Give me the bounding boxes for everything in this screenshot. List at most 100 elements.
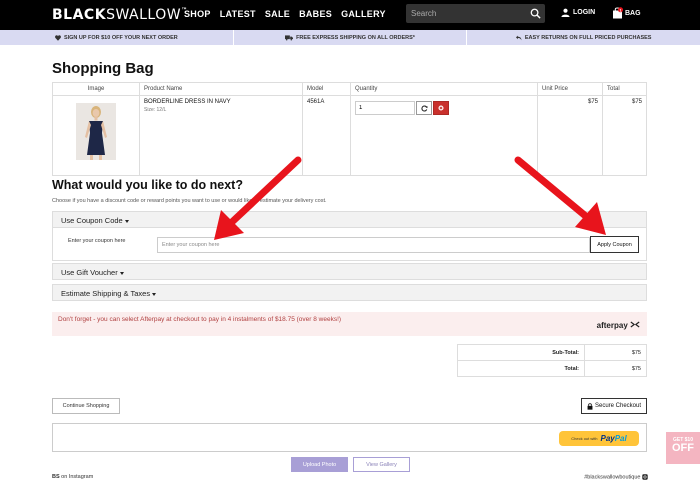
gift-voucher-panel-toggle[interactable]: Use Gift Voucher — [52, 263, 647, 280]
instagram-suffix: on Instagram — [59, 474, 94, 480]
user-icon — [561, 8, 570, 17]
col-model: Model — [302, 82, 351, 96]
cart-item-quantity-cell — [350, 95, 538, 176]
secure-checkout-button[interactable]: Secure Checkout — [581, 398, 647, 414]
afterpay-message: Don't forget - you can select Afterpay a… — [58, 316, 342, 323]
get-off-big: OFF — [672, 442, 694, 454]
product-model: 4561A — [302, 95, 351, 176]
caret-down-icon — [124, 219, 129, 223]
gift-voucher-heading: Use Gift Voucher — [61, 268, 118, 277]
page-title: Shopping Bag — [52, 60, 154, 77]
instagram-icon — [642, 474, 648, 480]
paypal-small-text: Check out with — [571, 436, 598, 441]
col-total: Total — [602, 82, 647, 96]
subtotal-label: Sub-Total: — [457, 344, 585, 361]
product-unit-price: $75 — [537, 95, 603, 176]
top-navigation-bar: BLACKSWALLOW™ SHOP LATEST SALE BABES GAL… — [0, 0, 700, 30]
next-steps-title: What would you like to do next? — [52, 178, 243, 192]
total-value: $75 — [584, 360, 647, 377]
product-name-link[interactable]: BORDERLINE DRESS IN NAVY — [144, 99, 298, 105]
coupon-panel-heading: Use Coupon Code — [61, 216, 123, 225]
cart-item-name-cell: BORDERLINE DRESS IN NAVY Size: 12/L — [139, 95, 303, 176]
afterpay-notice: Don't forget - you can select Afterpay a… — [52, 312, 647, 336]
col-quantity: Quantity — [350, 82, 538, 96]
subtotal-value: $75 — [584, 344, 647, 361]
col-image: Image — [52, 82, 140, 96]
instagram-bs: BS — [52, 474, 60, 480]
login-label: LOGIN — [573, 9, 596, 16]
main-nav: SHOP LATEST SALE BABES GALLERY — [184, 9, 386, 19]
product-image[interactable] — [76, 103, 116, 160]
get-10-off-tab[interactable]: GET $10 OFF — [666, 432, 700, 464]
quantity-controls — [355, 101, 533, 115]
afterpay-logo-text: afterpay — [596, 321, 628, 330]
coupon-input[interactable] — [157, 237, 590, 253]
apply-coupon-button[interactable]: Apply Coupon — [590, 236, 639, 253]
update-quantity-button[interactable] — [416, 101, 432, 115]
login-link[interactable]: LOGIN — [561, 8, 595, 17]
refresh-icon — [420, 104, 427, 112]
lock-icon — [587, 402, 593, 410]
cart-item-image-cell — [52, 95, 140, 176]
bag-link[interactable]: 1 BAG — [612, 7, 641, 19]
heart-icon — [55, 34, 61, 41]
search-icon[interactable] — [530, 8, 541, 19]
caret-down-icon — [152, 292, 157, 296]
paypal-logo-pal: Pal — [614, 434, 627, 443]
quantity-input[interactable] — [355, 101, 415, 115]
promo-returns[interactable]: EASY RETURNS ON FULL PRICED PURCHASES — [467, 30, 700, 45]
promo-signup[interactable]: SIGN UP FOR $10 OFF YOUR NEXT ORDER — [0, 30, 234, 45]
hashtag-text: #blackswallowboutique — [584, 474, 641, 481]
cart-header-row: Image Product Name Model Quantity Unit P… — [52, 82, 647, 96]
col-product-name: Product Name — [139, 82, 303, 96]
promo-returns-text: EASY RETURNS ON FULL PRICED PURCHASES — [524, 34, 652, 41]
coupon-panel-body: Enter your coupon here Apply Coupon — [52, 228, 647, 261]
total-row: Total: $75 — [457, 360, 647, 377]
secure-checkout-label: Secure Checkout — [594, 403, 642, 409]
logo-bold-text: BLACK — [52, 7, 107, 23]
truck-icon — [285, 34, 294, 41]
upload-photo-button[interactable]: Upload Photo — [291, 457, 348, 472]
undo-icon — [515, 35, 522, 40]
total-label: Total: — [457, 360, 585, 377]
cart-table: Image Product Name Model Quantity Unit P… — [52, 82, 647, 176]
nav-sale[interactable]: SALE — [265, 9, 290, 19]
search-input[interactable] — [406, 4, 526, 23]
promo-shipping-text: FREE EXPRESS SHIPPING ON ALL ORDERS* — [296, 34, 415, 41]
cart-item-row: BORDERLINE DRESS IN NAVY Size: 12/L 4561… — [52, 95, 647, 176]
product-size: Size: 12/L — [144, 107, 167, 113]
remove-icon — [438, 105, 444, 111]
nav-babes[interactable]: BABES — [299, 9, 332, 19]
promo-strip: SIGN UP FOR $10 OFF YOUR NEXT ORDER FREE… — [0, 30, 700, 45]
paypal-logo: PayPal — [600, 434, 626, 443]
bag-icon: 1 — [613, 7, 623, 19]
nav-latest[interactable]: LATEST — [220, 9, 256, 19]
paypal-checkout-button[interactable]: Check out with PayPal — [559, 431, 639, 446]
remove-item-button[interactable] — [433, 101, 449, 115]
totals-table: Sub-Total: $75 Total: $75 — [457, 344, 647, 377]
bag-count: 1 — [619, 8, 621, 12]
paypal-logo-pay: Pay — [600, 434, 615, 443]
coupon-panel-toggle[interactable]: Use Coupon Code — [52, 211, 647, 228]
paypal-box: Check out with PayPal — [52, 423, 647, 452]
promo-shipping[interactable]: FREE EXPRESS SHIPPING ON ALL ORDERS* — [234, 30, 468, 45]
afterpay-logo: afterpay — [597, 321, 640, 330]
promo-signup-text: SIGN UP FOR $10 OFF YOUR NEXT ORDER — [63, 34, 178, 41]
nav-gallery[interactable]: GALLERY — [341, 9, 386, 19]
site-logo[interactable]: BLACKSWALLOW™ — [52, 7, 188, 23]
continue-shopping-button[interactable]: Continue Shopping — [52, 398, 120, 414]
next-steps-hint: Choose if you have a discount code or re… — [52, 198, 327, 204]
instagram-caption: BS on Instagram — [52, 474, 93, 480]
bag-label: BAG — [625, 9, 641, 17]
view-gallery-button[interactable]: View Gallery — [353, 457, 410, 472]
col-unit-price: Unit Price — [537, 82, 603, 96]
shipping-heading: Estimate Shipping & Taxes — [61, 289, 151, 298]
nav-shop[interactable]: SHOP — [184, 9, 211, 19]
subtotal-row: Sub-Total: $75 — [457, 344, 647, 361]
shipping-panel-toggle[interactable]: Estimate Shipping & Taxes — [52, 284, 647, 301]
caret-down-icon — [119, 271, 124, 275]
instagram-hashtag[interactable]: #blackswallowboutique — [584, 474, 648, 480]
coupon-label: Enter your coupon here — [68, 238, 126, 244]
logo-light-text: SWALLOW — [106, 7, 182, 23]
search-box — [406, 4, 545, 23]
